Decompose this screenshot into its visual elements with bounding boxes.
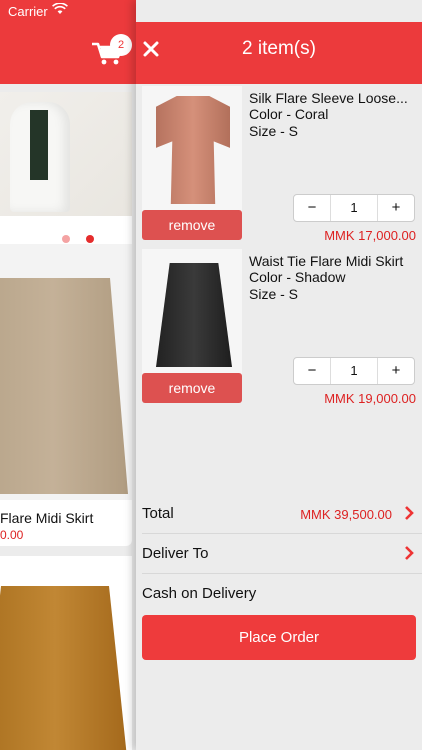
- cart-item: remove Waist Tie Flare Midi Skirt Color …: [136, 249, 422, 409]
- increment-button[interactable]: +: [378, 358, 414, 384]
- cart-item-size: Size - S: [249, 286, 299, 302]
- remove-button[interactable]: remove: [142, 210, 242, 240]
- decrement-button[interactable]: −: [294, 358, 330, 384]
- cart-drawer: 2 item(s) remove Silk Flare Sleeve Loose…: [136, 0, 422, 750]
- pager-dot[interactable]: [62, 235, 70, 243]
- product-name: Flare Midi Skirt: [0, 510, 94, 526]
- product-card[interactable]: [0, 92, 132, 250]
- cart-item-color: Color - Coral: [249, 106, 329, 122]
- remove-button[interactable]: remove: [142, 373, 242, 403]
- product-image: [0, 586, 130, 750]
- total-row[interactable]: Total MMK 39,500.00: [142, 494, 422, 534]
- product-list: Flare Midi Skirt 0.00: [0, 84, 136, 750]
- cart-item-title: Silk Flare Sleeve Loose...: [249, 90, 408, 106]
- pager-dot-active[interactable]: [86, 235, 94, 243]
- payment-method-row[interactable]: Cash on Delivery: [142, 574, 422, 614]
- product-price: 0.00: [0, 528, 24, 542]
- product-image: [0, 244, 132, 500]
- product-card[interactable]: [0, 556, 132, 750]
- total-value: MMK 39,500.00: [300, 507, 392, 522]
- cart-item: remove Silk Flare Sleeve Loose... Color …: [136, 86, 422, 246]
- cart-item-price: MMK 17,000.00: [324, 228, 416, 243]
- drawer-header: 2 item(s): [136, 22, 422, 84]
- cart-item-price: MMK 19,000.00: [324, 391, 416, 406]
- deliver-to-row[interactable]: Deliver To: [142, 534, 422, 574]
- drawer-title: 2 item(s): [242, 38, 316, 59]
- chevron-right-icon: [405, 506, 414, 520]
- chevron-right-icon: [405, 546, 414, 560]
- place-order-button[interactable]: Place Order: [142, 615, 416, 660]
- product-image: [0, 92, 132, 216]
- cart-item-color: Color - Shadow: [249, 269, 346, 285]
- quantity-value[interactable]: 1: [330, 195, 378, 221]
- cart-item-title: Waist Tie Flare Midi Skirt: [249, 253, 404, 269]
- product-card[interactable]: Flare Midi Skirt 0.00: [0, 244, 132, 546]
- quantity-value[interactable]: 1: [330, 358, 378, 384]
- quantity-stepper: − 1 +: [293, 194, 415, 222]
- total-label: Total: [142, 505, 174, 522]
- payment-method-label: Cash on Delivery: [142, 585, 257, 602]
- quantity-stepper: − 1 +: [293, 357, 415, 385]
- increment-button[interactable]: +: [378, 195, 414, 221]
- decrement-button[interactable]: −: [294, 195, 330, 221]
- cart-count-badge: 2: [110, 34, 132, 56]
- deliver-to-label: Deliver To: [142, 545, 209, 562]
- cart-item-size: Size - S: [249, 123, 299, 139]
